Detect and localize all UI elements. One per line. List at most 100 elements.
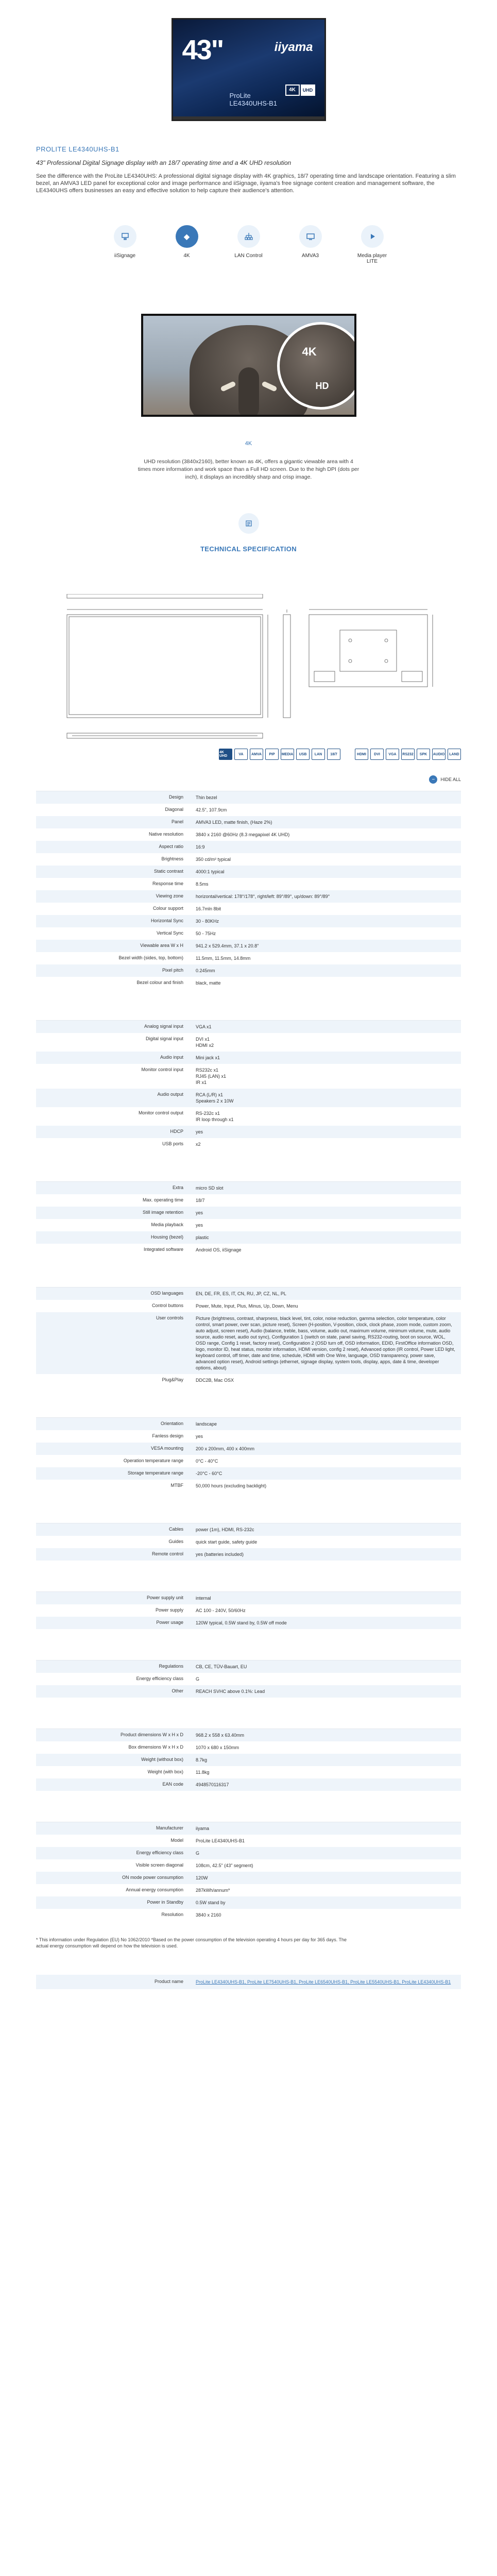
spec-key: Weight (without box): [141, 1757, 183, 1762]
hide-all-toggle[interactable]: − HIDE ALL: [0, 775, 497, 784]
spec-value: yes: [196, 1129, 203, 1134]
spec-row: Response time 8.5ms: [36, 878, 461, 890]
spec-value: 4948570116317: [196, 1782, 229, 1787]
spec-row: Colour support 16.7mln 8bit: [36, 903, 461, 915]
spec-row: ON mode power consumption 120W: [36, 1872, 461, 1884]
spec-key: Resolution: [161, 1912, 183, 1917]
spec-key: VESA mounting: [150, 1446, 183, 1451]
feature-amva3[interactable]: AMVA3: [290, 225, 331, 264]
spec-value: 0°C - 40°C: [196, 1459, 218, 1464]
spec-section: Analog signal input VGA x1 Digital signal …: [36, 1020, 461, 1150]
spec-key: Annual energy consumption: [126, 1887, 183, 1892]
usb-icon: USB: [296, 749, 310, 760]
spec-row: Power supply AC 100 - 240V, 50/60Hz: [36, 1604, 461, 1617]
spec-row: Model ProLite LE4340UHS-B1: [36, 1835, 461, 1847]
spec-row: Brightness 350 cd/m² typical: [36, 853, 461, 866]
lan-port-icon: LAN: [312, 749, 325, 760]
vga-icon: VGA: [386, 749, 399, 760]
spec-row: Cables power (1m), HDMI, RS-232c: [36, 1523, 461, 1536]
page: { "hero": { "size": "43\"", "brand": "ii…: [0, 0, 497, 2008]
spec-key: Design: [168, 794, 183, 800]
spec-key: Other: [172, 1688, 183, 1693]
spec-row: Viewing zone horizontal/vertical: 178°/17…: [36, 890, 461, 903]
hero-tagline-line2: LE4340UHS-B1: [229, 99, 278, 107]
feature-list: iiSignage ◆ 4K LAN Control AMVA3 Media p…: [0, 225, 497, 264]
spec-row: OSD languages EN, DE, FR, ES, IT, CN, RU,…: [36, 1287, 461, 1300]
spec-key: Remote control: [151, 1551, 183, 1556]
spec-row: Max. operating time 18/7: [36, 1194, 461, 1207]
spec-key: Manufacturer: [156, 1825, 183, 1831]
spec-key: Diagonal: [165, 807, 183, 812]
spec-section: Extra micro SD slot Max. operating time 18/…: [36, 1181, 461, 1256]
spec-key: Fanless design: [152, 1433, 183, 1438]
feature-label: 4K: [183, 253, 190, 259]
product-name-value: ProLite LE4340UHS-B1, ProLite LE7540UHS-…: [191, 1975, 461, 1989]
spec-value: Picture (brightness, contrast, sharpness…: [196, 1316, 455, 1370]
spec-value: 11.8kg: [196, 1770, 210, 1775]
hero: 43" iiyama ProLite LE4340UHS-B1 4K UHD: [0, 0, 497, 139]
product-description: See the difference with the ProLite LE43…: [36, 173, 456, 194]
spec-row: Media playback yes: [36, 1219, 461, 1231]
spec-key: Native resolution: [148, 832, 183, 837]
4k-uhd-icon: 4K UHD: [219, 749, 232, 760]
spec-row: Other REACH SVHC above 0.1%: Lead: [36, 1685, 461, 1698]
spec-value: power (1m), HDMI, RS-232c: [196, 1527, 254, 1532]
spec-key: Operation temperature range: [123, 1458, 183, 1463]
spec-section: Cables power (1m), HDMI, RS-232c Guides qui…: [36, 1523, 461, 1561]
rs232-icon: RS232: [401, 749, 415, 760]
spec-value: 11.5mm, 11.5mm, 14.8mm: [196, 956, 251, 961]
spec-key: Integrated software: [143, 1247, 183, 1252]
monitor-base: [173, 116, 324, 120]
signage-icon: [113, 225, 136, 248]
spec-value: 50 - 75Hz: [196, 931, 216, 936]
feature-lan-control[interactable]: LAN Control: [228, 225, 269, 264]
spec-key: Bezel width (sides, top, bottom): [118, 955, 183, 960]
spec-row: Housing (bezel) plastic: [36, 1231, 461, 1244]
spec-section: OSD languages EN, DE, FR, ES, IT, CN, RU,…: [36, 1287, 461, 1386]
feature-4k[interactable]: ◆ 4K: [166, 225, 208, 264]
spec-key: Vertical Sync: [156, 930, 183, 936]
spec-row: Design Thin bezel: [36, 791, 461, 804]
spec-key: ON mode power consumption: [122, 1875, 183, 1880]
spec-row: VESA mounting 200 x 200mm, 400 x 400mm: [36, 1443, 461, 1455]
spec-value: 42.5", 107.9cm: [196, 807, 227, 812]
spec-value: 50,000 hours (excluding backlight): [196, 1483, 267, 1488]
spec-section: Product dimensions W x H x D 968.2 x 558 …: [36, 1728, 461, 1791]
spec-row: Power supply unit internal: [36, 1592, 461, 1604]
spec-key: Power usage: [156, 1620, 183, 1625]
spec-key: Audio input: [160, 1055, 183, 1060]
audio-icon: AUDIO: [432, 749, 445, 760]
feature-signage[interactable]: iiSignage: [105, 225, 146, 264]
spec-value: 4000:1 typical: [196, 869, 225, 874]
highlight-caption: 4K UHD resolution (3840x2160), better kn…: [0, 440, 497, 481]
spec-row: Integrated software Android OS, iiSignage: [36, 1244, 461, 1256]
product-name-link[interactable]: ProLite LE4340UHS-B1, ProLite LE7540UHS-…: [196, 1979, 451, 1985]
feature-media-player[interactable]: Media player LITE: [352, 225, 393, 264]
feature-label: Media player LITE: [357, 253, 387, 264]
pip-icon: PIP: [265, 749, 279, 760]
spec-row: Static contrast 4000:1 typical: [36, 866, 461, 878]
spec-row: Orientation landscape: [36, 1418, 461, 1430]
lens-4k-label: 4K: [302, 345, 317, 358]
minus-icon: −: [429, 775, 438, 784]
elephant-trunk: [238, 367, 259, 415]
spec-value: VGA x1: [196, 1024, 212, 1029]
product-image: 43" iiyama ProLite LE4340UHS-B1 4K UHD: [171, 18, 326, 121]
spec-row: Analog signal input VGA x1: [36, 1021, 461, 1033]
spec-key: Horizontal Sync: [150, 918, 183, 923]
highlight-title: 4K: [245, 440, 252, 447]
uhd-badge: UHD: [300, 84, 315, 96]
4k-icon: ◆: [175, 225, 198, 248]
lan-icon: [237, 225, 260, 248]
spec-row: Regulations CB, CE, TÜV-Bauart, EU: [36, 1660, 461, 1673]
spec-value: 120W: [196, 1875, 208, 1880]
spec-section: Design Thin bezel Diagonal 42.5", 107.9cm Pa…: [36, 791, 461, 989]
spec-key: Aspect ratio: [159, 844, 183, 849]
technical-drawing: [0, 591, 497, 749]
spec-value: yes: [196, 1434, 203, 1439]
spec-row: Plug&Play DDC2B, Mac OSX: [36, 1374, 461, 1386]
spec-row: Panel AMVA3 LED, matte finish, (Haze 2%): [36, 816, 461, 828]
spec-row: Aspect ratio 16:9: [36, 841, 461, 853]
spec-value: horizontal/vertical: 178°/178°, right/le…: [196, 894, 330, 899]
spec-row: Product dimensions W x H x D 968.2 x 558 …: [36, 1729, 461, 1741]
